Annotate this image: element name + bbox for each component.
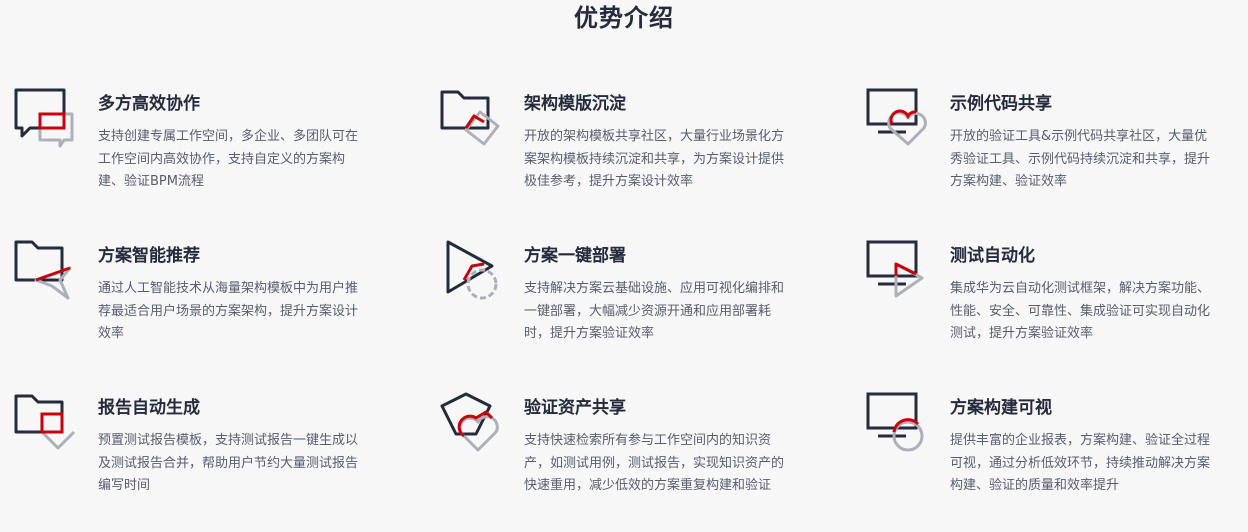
monitor-circle-icon [866, 392, 936, 462]
feature-card-collaboration: 多方高效协作 支持创建专属工作空间，多企业、多团队可在 工作空间内高效协作，支持… [14, 88, 394, 228]
chat-bubbles-icon [14, 88, 84, 158]
feature-card-sample-code: 示例代码共享 开放的验证工具&示例代码共享社区，大量优 秀验证工具、示例代码持续… [866, 88, 1246, 228]
feature-title: 报告自动生成 [98, 398, 200, 418]
pentagon-heart-icon [440, 392, 510, 462]
monitor-heart-icon [866, 88, 936, 158]
monitor-play-icon [866, 240, 936, 310]
feature-title: 架构模版沉淀 [524, 94, 626, 114]
feature-title: 示例代码共享 [950, 94, 1052, 114]
folder-star-icon [14, 240, 84, 310]
feature-card-deploy: 方案一键部署 支持解决方案云基础设施、应用可视化编排和 一键部署，大幅减少资源开… [440, 240, 820, 380]
feature-grid: 多方高效协作 支持创建专属工作空间，多企业、多团队可在 工作空间内高效协作，支持… [0, 0, 1248, 503]
feature-description: 支持快速检索所有参与工作空间内的知识资 产，如测试用例，测试报告，实现知识资产的… [524, 433, 785, 493]
feature-card-templates: 架构模版沉淀 开放的架构模板共享社区，大量行业场景化方 案架构模板持续沉淀和共享… [440, 88, 820, 228]
feature-title: 方案智能推荐 [98, 246, 200, 266]
feature-description: 提供丰富的企业报表，方案构建、验证全过程 可视，通过分析低效环节，持续推动解决方… [950, 433, 1211, 493]
feature-title: 方案一键部署 [524, 246, 626, 266]
feature-description: 开放的架构模板共享社区，大量行业场景化方 案架构模板持续沉淀和共享，为方案设计提… [524, 129, 785, 189]
feature-card-test-automation: 测试自动化 集成华为云自动化测试框架，解决方案功能、 性能、安全、可靠性、集成验… [866, 240, 1246, 380]
folder-diamond-icon [440, 88, 510, 158]
feature-description: 预置测试报告模板，支持测试报告一键生成以 及测试报告合并，帮助用户节约大量测试报… [98, 433, 359, 493]
feature-title: 测试自动化 [950, 246, 1035, 266]
feature-card-assets: 验证资产共享 支持快速检索所有参与工作空间内的知识资 产，如测试用例，测试报告，… [440, 392, 820, 532]
feature-title: 多方高效协作 [98, 94, 200, 114]
feature-description: 支持解决方案云基础设施、应用可视化编排和 一键部署，大幅减少资源开通和应用部署耗… [524, 281, 785, 341]
feature-description: 集成华为云自动化测试框架，解决方案功能、 性能、安全、可靠性、集成验证可实现自动… [950, 281, 1211, 341]
play-gear-icon [440, 240, 510, 310]
feature-description: 通过人工智能技术从海量架构模板中为用户推 荐最适合用户场景的方案架构，提升方案设… [98, 281, 359, 341]
feature-card-recommendation: 方案智能推荐 通过人工智能技术从海量架构模板中为用户推 荐最适合用户场景的方案架… [14, 240, 394, 380]
feature-description: 开放的验证工具&示例代码共享社区，大量优 秀验证工具、示例代码持续沉淀和共享，提… [950, 129, 1211, 189]
feature-title: 验证资产共享 [524, 398, 626, 418]
feature-title: 方案构建可视 [950, 398, 1052, 418]
feature-description: 支持创建专属工作空间，多企业、多团队可在 工作空间内高效协作，支持自定义的方案构… [98, 129, 359, 189]
folder-check-icon [14, 392, 84, 462]
feature-card-report: 报告自动生成 预置测试报告模板，支持测试报告一键生成以 及测试报告合并，帮助用户… [14, 392, 394, 532]
feature-card-visualization: 方案构建可视 提供丰富的企业报表，方案构建、验证全过程 可视，通过分析低效环节，… [866, 392, 1246, 532]
